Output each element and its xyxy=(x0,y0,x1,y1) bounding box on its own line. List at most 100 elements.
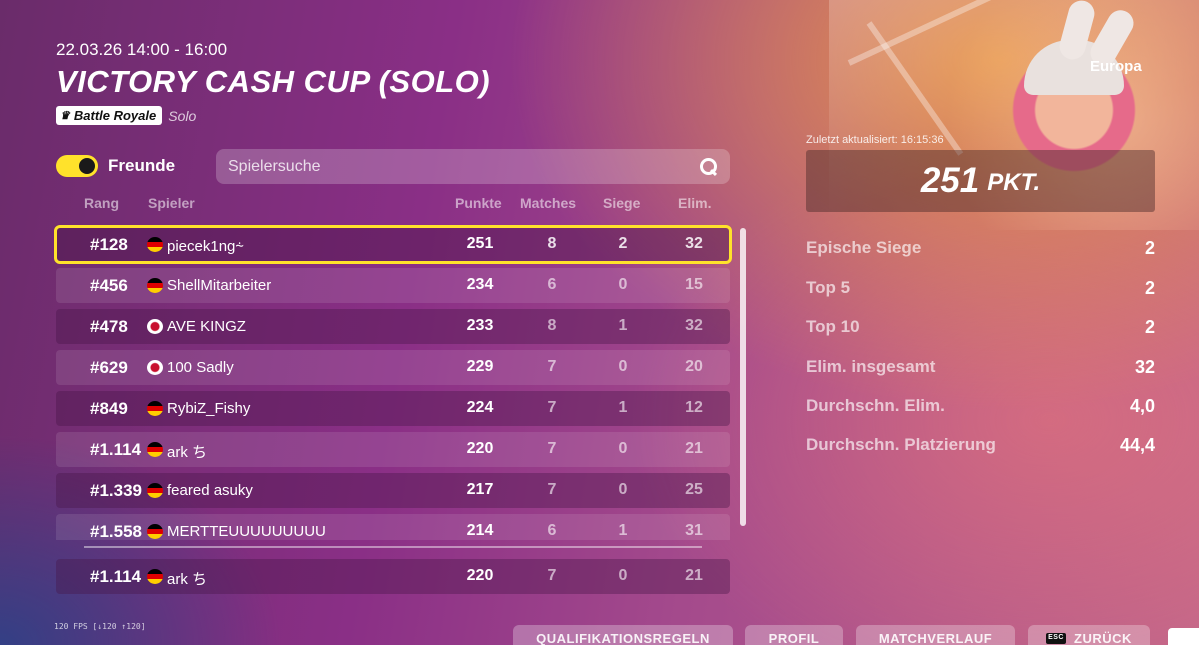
row-wins: 0 xyxy=(618,440,628,457)
germany-flag-icon xyxy=(147,442,163,457)
table-row[interactable]: #1.558 MERTTEUUUUUUUUU 214 6 1 31 xyxy=(56,514,730,540)
row-rank: #456 xyxy=(90,276,128,295)
row-rank: #128 xyxy=(90,235,128,254)
row-matches: 6 xyxy=(547,522,557,539)
row-wins: 0 xyxy=(618,276,628,293)
row-rank: #478 xyxy=(90,317,128,336)
stat-label: Durchschn. Platzierung xyxy=(806,435,996,454)
row-matches: 6 xyxy=(547,276,557,293)
corner-menu-button[interactable] xyxy=(1168,628,1199,645)
germany-flag-icon xyxy=(147,483,163,498)
row-matches: 7 xyxy=(547,567,557,584)
row-points: 224 xyxy=(466,399,494,416)
japan-flag-icon xyxy=(147,319,163,334)
row-player: AVE KINGZ xyxy=(167,318,246,335)
profile-button[interactable]: PROFIL xyxy=(745,625,843,645)
row-player: ShellMitarbeiter xyxy=(167,277,272,294)
row-points: 251 xyxy=(466,235,494,252)
table-row[interactable]: #128 piecek1ng⸞ 251 8 2 32 xyxy=(54,225,732,264)
row-points: 220 xyxy=(466,440,494,457)
table-row[interactable]: #478 AVE KINGZ 233 8 1 32 xyxy=(56,309,730,344)
qualification-rules-button[interactable]: QUALIFIKATIONSREGELN xyxy=(513,625,733,645)
row-rank: #849 xyxy=(90,399,128,418)
row-wins: 1 xyxy=(618,399,628,416)
row-points: 220 xyxy=(466,567,494,584)
table-row[interactable]: #1.114 ark ち 220 7 0 21 xyxy=(56,432,730,467)
row-rank: #1.558 xyxy=(90,522,142,540)
scrollbar-thumb[interactable] xyxy=(740,228,746,526)
row-matches: 7 xyxy=(547,358,557,375)
row-elims: 20 xyxy=(685,358,703,375)
row-matches: 7 xyxy=(547,481,557,498)
row-points: 233 xyxy=(466,317,494,334)
table-row[interactable]: #456 ShellMitarbeiter 234 6 0 15 xyxy=(56,268,730,303)
stat-value: 32 xyxy=(1134,357,1155,377)
stat-label: Top 10 xyxy=(806,317,860,336)
row-rank: #1.114 xyxy=(90,567,142,586)
stat-label: Top 5 xyxy=(806,278,851,297)
stat-value: 2 xyxy=(1144,317,1155,337)
germany-flag-icon xyxy=(147,278,163,293)
match-history-label: MATCHVERLAUF xyxy=(878,631,993,645)
row-points: 214 xyxy=(466,522,494,539)
row-wins: 1 xyxy=(618,317,628,334)
table-row[interactable]: #629 100 Sadly 229 7 0 20 xyxy=(56,350,730,385)
japan-flag-icon xyxy=(147,360,163,375)
germany-flag-icon xyxy=(147,401,163,416)
row-rank: #1.114 xyxy=(90,440,142,459)
germany-flag-icon xyxy=(147,524,163,539)
list-scrollbar[interactable] xyxy=(740,228,746,526)
table-row[interactable]: #849 RybiZ_Fishy 224 7 1 12 xyxy=(56,391,730,426)
stat-value: 2 xyxy=(1144,278,1155,298)
stat-value: 44,4 xyxy=(1119,435,1155,455)
esc-key-icon: ESC xyxy=(1046,633,1066,644)
stat-value: 2 xyxy=(1144,238,1155,258)
pinned-divider xyxy=(84,546,702,548)
row-player: 100 Sadly xyxy=(167,359,234,376)
row-matches: 8 xyxy=(547,317,557,334)
row-elims: 21 xyxy=(685,567,703,584)
row-elims: 25 xyxy=(685,481,703,498)
germany-flag-icon xyxy=(147,237,163,252)
row-rank: #629 xyxy=(90,358,128,377)
row-elims: 32 xyxy=(685,235,703,252)
row-points: 229 xyxy=(466,358,494,375)
stat-row: Durchschn. Elim. 4,0 xyxy=(806,396,1155,420)
back-button[interactable]: ESC ZURÜCK xyxy=(1028,625,1150,645)
back-label: ZURÜCK xyxy=(1074,631,1132,645)
row-player: MERTTEUUUUUUUUU xyxy=(167,523,326,540)
match-history-button[interactable]: MATCHVERLAUF xyxy=(856,625,1015,645)
stat-value: 4,0 xyxy=(1129,396,1155,416)
row-points: 217 xyxy=(466,481,494,498)
qualification-rules-label: QUALIFIKATIONSREGELN xyxy=(536,631,710,645)
row-player: ark ち xyxy=(167,444,208,461)
pinned-table-row[interactable]: #1.114 ark ち 220 7 0 21 xyxy=(56,559,730,594)
row-matches: 7 xyxy=(547,399,557,416)
row-player: feared asuky xyxy=(167,482,253,499)
germany-flag-icon xyxy=(147,569,163,584)
row-elims: 21 xyxy=(685,440,703,457)
row-player: ark ち xyxy=(167,571,208,588)
last-updated: Zuletzt aktualisiert: 16:15:36 xyxy=(806,134,944,146)
profile-label: PROFIL xyxy=(768,631,820,645)
stat-label: Durchschn. Elim. xyxy=(806,396,945,415)
leaderboard-list[interactable]: #128 piecek1ng⸞ 251 8 2 32 #456 ShellMit… xyxy=(0,0,760,540)
row-rank: #1.339 xyxy=(90,481,142,500)
row-elims: 31 xyxy=(685,522,703,539)
total-points-box: 251 PKT. xyxy=(806,150,1155,212)
region-label: Europa xyxy=(1090,58,1142,75)
row-elims: 15 xyxy=(685,276,703,293)
stat-row: Elim. insgesamt 32 xyxy=(806,357,1155,381)
fps-counter: 120 FPS [↓120 ↑120] xyxy=(54,622,146,631)
row-matches: 7 xyxy=(547,440,557,457)
stat-row: Epische Siege 2 xyxy=(806,238,1155,262)
stat-row: Durchschn. Platzierung 44,4 xyxy=(806,435,1155,459)
total-points-unit: PKT. xyxy=(987,169,1041,196)
row-points: 234 xyxy=(466,276,494,293)
stat-label: Epische Siege xyxy=(806,238,922,257)
total-points-value: 251 xyxy=(920,161,980,200)
stat-row: Top 5 2 xyxy=(806,278,1155,302)
table-row[interactable]: #1.339 feared asuky 217 7 0 25 xyxy=(56,473,730,508)
row-elims: 12 xyxy=(685,399,703,416)
row-wins: 1 xyxy=(618,522,628,539)
